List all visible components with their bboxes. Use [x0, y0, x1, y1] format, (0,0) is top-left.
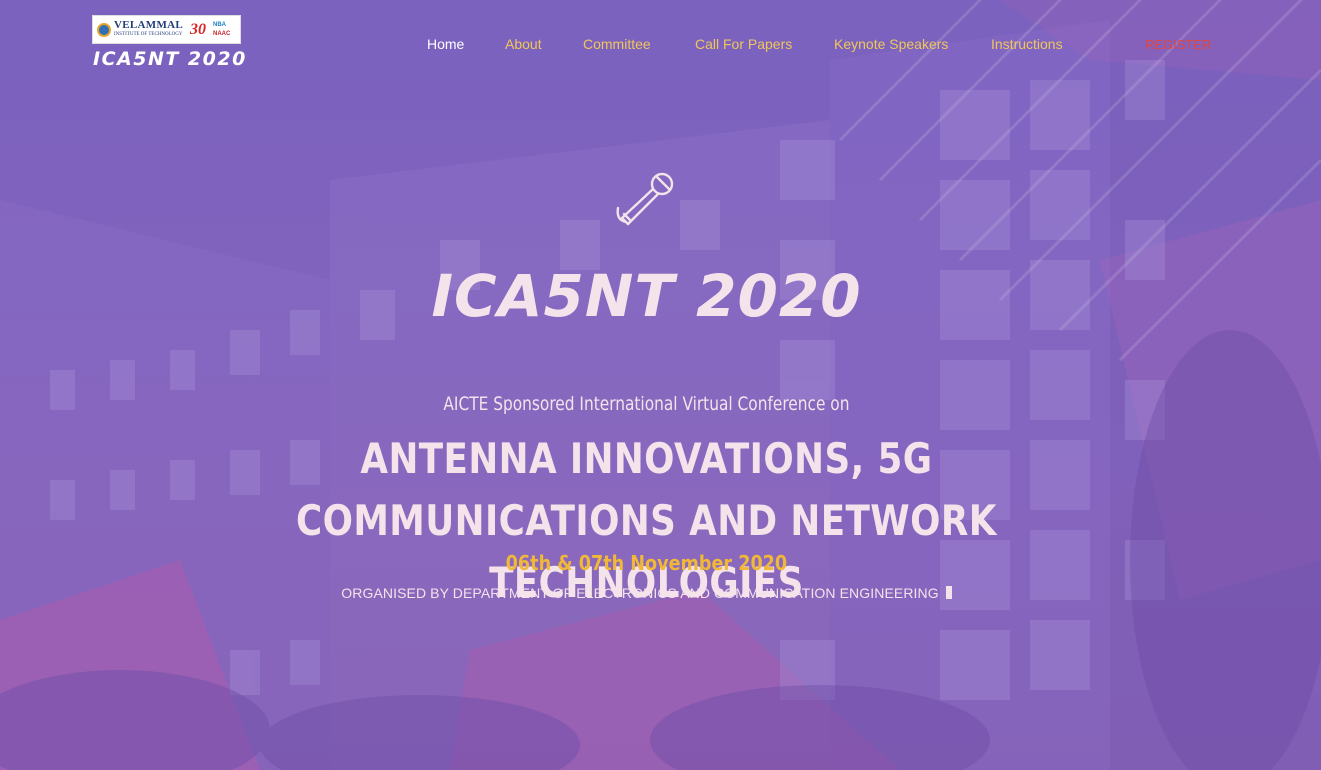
nav-register-button[interactable]: REGISTER	[1145, 37, 1211, 52]
emblem-icon	[97, 22, 111, 37]
theme-line-1: ANTENNA INNOVATIONS, 5G COMMUNICATIONS A…	[295, 434, 997, 545]
nav-home[interactable]: Home	[427, 36, 464, 52]
nav-call-for-papers[interactable]: Call For Papers	[695, 36, 792, 52]
hero-subtitle: AICTE Sponsored International Virtual Co…	[443, 393, 850, 415]
organiser-text: ORGANISED BY DEPARTMENT OF ELECTRONICS A…	[341, 585, 939, 601]
hero-title: ICA5NT 2020	[431, 262, 862, 330]
nav-about[interactable]: About	[505, 36, 542, 52]
nav-instructions[interactable]: Instructions	[991, 36, 1063, 52]
site-header: VELAMMAL INSTITUTE OF TECHNOLOGY 30 NBA …	[0, 0, 1321, 80]
microphone-icon	[616, 172, 674, 226]
nav-committee[interactable]: Committee	[583, 36, 651, 52]
conference-date: 06th & 07th November 2020	[505, 551, 788, 575]
hero-background	[0, 0, 1321, 770]
organiser-line: ORGANISED BY DEPARTMENT OF ELECTRONICS A…	[0, 585, 1293, 601]
typing-cursor	[945, 586, 952, 599]
nav-keynote-speakers[interactable]: Keynote Speakers	[834, 36, 948, 52]
nba-badge: NBA	[213, 21, 227, 28]
main-nav: Home About Committee Call For Papers Key…	[0, 36, 1321, 56]
